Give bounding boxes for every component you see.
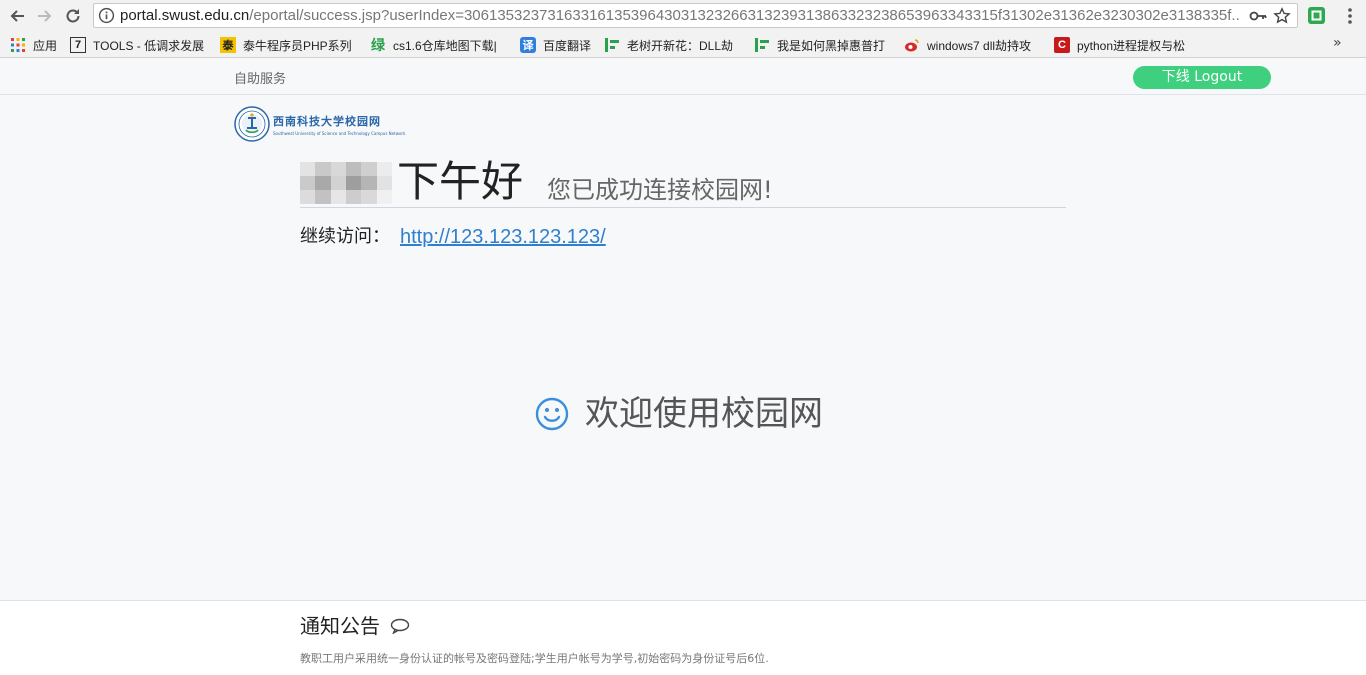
blurred-username — [300, 162, 392, 204]
header-divider — [300, 207, 1066, 208]
translate-icon: 译 — [520, 37, 536, 53]
bookmark-hp-article[interactable]: 我是如何黑掉惠普打 — [754, 36, 885, 54]
lv-icon: 绿 — [371, 37, 385, 53]
browser-menu-icon[interactable] — [1344, 6, 1356, 26]
bookmark-dll-article[interactable]: 老树开新花：DLL劫 — [604, 36, 733, 54]
greeting-text: 下午好 — [397, 157, 524, 206]
self-service-link[interactable]: 自助服务 — [234, 68, 286, 87]
back-arrow-icon[interactable] — [6, 5, 28, 27]
logo-chinese-name: 西南科技大学校园网 — [273, 114, 381, 128]
bookmark-cs16[interactable]: 绿 cs1.6仓库地图下载| — [370, 36, 497, 54]
smiley-icon — [535, 397, 569, 431]
bookmark-tools[interactable]: 7 TOOLS - 低调求发展 — [70, 36, 204, 54]
extension-icon[interactable] — [1307, 6, 1326, 25]
bookmark-python-privilege[interactable]: C python进程提权与松 — [1054, 36, 1185, 54]
article-icon — [604, 37, 620, 53]
info-icon[interactable] — [98, 7, 115, 24]
address-bar[interactable]: portal.swust.edu.cn/eportal/success.jsp?… — [93, 3, 1298, 28]
continue-visit-link[interactable]: http://123.123.123.123/ — [400, 224, 606, 250]
welcome-banner: 欢迎使用校园网 — [535, 392, 823, 436]
continue-visit-label: 继续访问： — [300, 226, 390, 247]
tools-icon: 7 — [70, 37, 86, 53]
bookmark-baidu-translate[interactable]: 译 百度翻译 — [520, 36, 591, 54]
notice-section: 通知公告 教职工用户采用统一身份认证的帐号及密码登陆;学生用户帐号为学号,初始密… — [0, 600, 1366, 675]
bookmark-apps[interactable]: 应用 — [10, 36, 57, 54]
url-text[interactable]: portal.swust.edu.cn/eportal/success.jsp?… — [120, 7, 1240, 25]
bookmarks-bar: 应用 7 TOOLS - 低调求发展 泰 泰牛程序员PHP系列 绿 cs1.6仓… — [0, 31, 1366, 58]
c-icon: C — [1054, 37, 1070, 53]
bookmarks-overflow-button[interactable]: » — [1333, 35, 1342, 51]
connection-success-message: 您已成功连接校园网! — [547, 176, 773, 204]
forward-arrow-icon[interactable] — [34, 5, 56, 27]
browser-toolbar: portal.swust.edu.cn/eportal/success.jsp?… — [0, 0, 1366, 31]
apps-grid-icon — [10, 37, 26, 53]
notice-title: 通知公告 — [300, 613, 410, 639]
bookmark-star-icon[interactable] — [1273, 7, 1291, 25]
continue-visit-row: 继续访问： http://123.123.123.123/ — [300, 224, 606, 250]
weibo-icon — [904, 37, 920, 53]
portal-page: 自助服务 下线 Logout 西南科技大学校园网 Southwest Unive… — [0, 58, 1366, 675]
bookmark-windows7-dll[interactable]: windows7 dll劫持攻 — [904, 36, 1031, 54]
campus-network-logo: 西南科技大学校园网 Southwest University of Scienc… — [234, 104, 414, 144]
logo-english-name: Southwest University of Science and Tech… — [273, 130, 406, 136]
key-icon[interactable] — [1249, 8, 1267, 24]
speech-bubble-icon — [390, 618, 410, 634]
bookmark-tainiu[interactable]: 泰 泰牛程序员PHP系列 — [220, 36, 352, 54]
tainiu-icon: 泰 — [220, 37, 236, 53]
notice-body: 教职工用户采用统一身份认证的帐号及密码登陆;学生用户帐号为学号,初始密码为身份证… — [300, 652, 769, 665]
article-icon — [754, 37, 770, 53]
welcome-text: 欢迎使用校园网 — [585, 394, 823, 434]
university-seal-icon — [234, 106, 270, 142]
reload-icon[interactable] — [62, 5, 84, 27]
logout-button[interactable]: 下线 Logout — [1133, 66, 1271, 89]
portal-header: 自助服务 下线 Logout — [0, 58, 1366, 95]
